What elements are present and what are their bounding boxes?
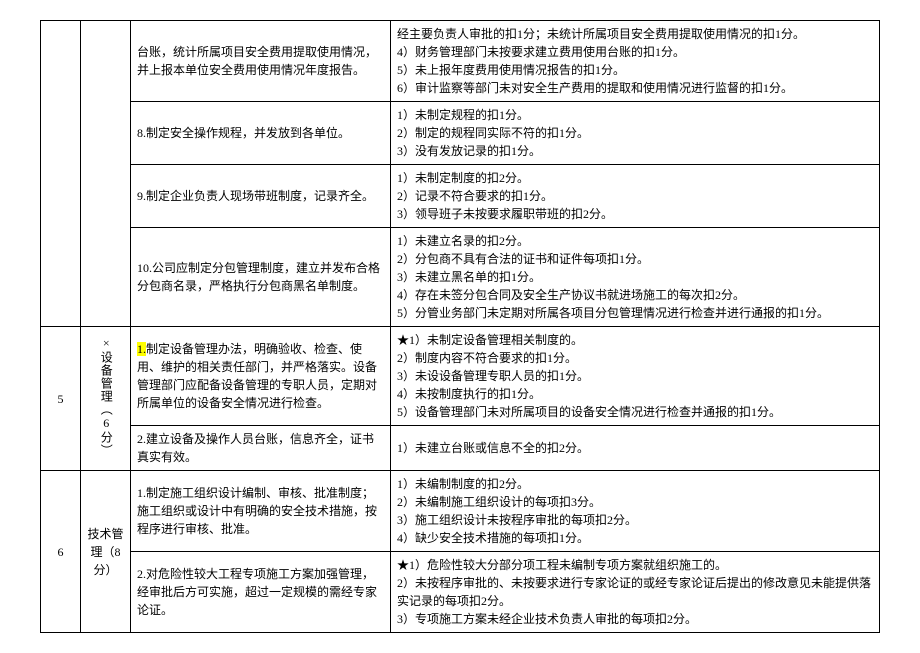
criteria-text: 台账，统计所属项目安全费用提取使用情况，并上报本单位安全费用使用情况年度报告。 <box>137 45 377 77</box>
highlight-prefix: 1. <box>137 342 146 356</box>
table-row: 2.建立设备及操作人员台账，信息齐全，证书真实有效。 1）未建立台账或信息不全的… <box>41 426 880 471</box>
scoring-text: ★1）危险性较大分部分项工程未编制专项方案就组织施工的。 2）未按程序审批的、未… <box>397 558 871 626</box>
scoring-cell: 1）未建立名录的扣2分。 2）分包商不具有合法的证书和证件每项扣1分。 3）未建… <box>391 228 880 327</box>
scoring-text: 1）未建立名录的扣2分。 2）分包商不具有合法的证书和证件每项扣1分。 3）未建… <box>397 234 829 320</box>
criteria-cell: 台账，统计所属项目安全费用提取使用情况，并上报本单位安全费用使用情况年度报告。 <box>131 21 391 102</box>
scoring-cell: 1）未编制制度的扣2分。 2）未编制施工组织设计的每项扣3分。 3）施工组织设计… <box>391 471 880 552</box>
criteria-cell: 2.对危险性较大工程专项施工方案加强管理，经审批后方可实施，超过一定规模的需经专… <box>131 552 391 633</box>
row-number-cell <box>41 21 81 327</box>
criteria-text: 2.建立设备及操作人员台账，信息齐全，证书真实有效。 <box>137 432 374 464</box>
criteria-text: 2.对危险性较大工程专项施工方案加强管理，经审批后方可实施，超过一定规模的需经专… <box>137 567 377 617</box>
category-label: 技术管理（8分） <box>87 527 123 577</box>
criteria-cell: 9.制定企业负责人现场带班制度，记录齐全。 <box>131 165 391 228</box>
criteria-cell: 10.公司应制定分包管理制度，建立并发布合格分包商名录，严格执行分包商黑名单制度… <box>131 228 391 327</box>
scoring-cell: ★1）危险性较大分部分项工程未编制专项方案就组织施工的。 2）未按程序审批的、未… <box>391 552 880 633</box>
criteria-cell: 1.制定设备管理办法，明确验收、检查、使用、维护的相关责任部门，并严格落实。设备… <box>131 327 391 426</box>
scoring-cell: 1）未制定制度的扣2分。 2）记录不符合要求的扣1分。 3）领导班子未按要求履职… <box>391 165 880 228</box>
criteria-cell: 1.制定施工组织设计编制、审核、批准制度；施工组织或设计中有明确的安全技术措施，… <box>131 471 391 552</box>
scoring-text: 1）未制定规程的扣1分。 2）制定的规程同实际不符的扣1分。 3）没有发放记录的… <box>397 108 589 158</box>
table-row: 8.制定安全操作规程，并发放到各单位。 1）未制定规程的扣1分。 2）制定的规程… <box>41 102 880 165</box>
scoring-cell: 1）未建立台账或信息不全的扣2分。 <box>391 426 880 471</box>
criteria-cell: 8.制定安全操作规程，并发放到各单位。 <box>131 102 391 165</box>
scoring-text: 经主要负责人审批的扣1分；未统计所属项目安全费用提取使用情况的扣1分。 4）财务… <box>397 27 805 95</box>
criteria-text: 1.制定施工组织设计编制、审核、批准制度；施工组织或设计中有明确的安全技术措施，… <box>137 486 377 536</box>
table-row: 台账，统计所属项目安全费用提取使用情况，并上报本单位安全费用使用情况年度报告。 … <box>41 21 880 102</box>
table-row: 9.制定企业负责人现场带班制度，记录齐全。 1）未制定制度的扣2分。 2）记录不… <box>41 165 880 228</box>
criteria-text: 制定设备管理办法，明确验收、检查、使用、维护的相关责任部门，并严格落实。设备管理… <box>137 342 377 410</box>
criteria-text: 8.制定安全操作规程，并发放到各单位。 <box>137 126 350 140</box>
table-row: 2.对危险性较大工程专项施工方案加强管理，经审批后方可实施，超过一定规模的需经专… <box>41 552 880 633</box>
row-number-cell: 5 <box>41 327 81 471</box>
row-number: 5 <box>58 392 64 406</box>
category-label: ×设备管理（6分） <box>98 336 114 457</box>
assessment-table: 台账，统计所属项目安全费用提取使用情况，并上报本单位安全费用使用情况年度报告。 … <box>40 20 880 633</box>
table-row: 10.公司应制定分包管理制度，建立并发布合格分包商名录，严格执行分包商黑名单制度… <box>41 228 880 327</box>
category-cell <box>81 21 131 327</box>
criteria-cell: 2.建立设备及操作人员台账，信息齐全，证书真实有效。 <box>131 426 391 471</box>
category-cell: ×设备管理（6分） <box>81 327 131 471</box>
criteria-text: 10.公司应制定分包管理制度，建立并发布合格分包商名录，严格执行分包商黑名单制度… <box>137 261 380 293</box>
scoring-text: 1）未编制制度的扣2分。 2）未编制施工组织设计的每项扣3分。 3）施工组织设计… <box>397 477 637 545</box>
criteria-text: 9.制定企业负责人现场带班制度，记录齐全。 <box>137 189 374 203</box>
scoring-text: 1）未制定制度的扣2分。 2）记录不符合要求的扣1分。 3）领导班子未按要求履职… <box>397 171 613 221</box>
row-number: 6 <box>58 545 64 559</box>
category-cell: 技术管理（8分） <box>81 471 131 633</box>
scoring-text: ★1）未制定设备管理相关制度的。 2）制度内容不符合要求的扣1分。 3）未设设备… <box>397 333 781 419</box>
scoring-cell: 1）未制定规程的扣1分。 2）制定的规程同实际不符的扣1分。 3）没有发放记录的… <box>391 102 880 165</box>
scoring-cell: ★1）未制定设备管理相关制度的。 2）制度内容不符合要求的扣1分。 3）未设设备… <box>391 327 880 426</box>
row-number-cell: 6 <box>41 471 81 633</box>
scoring-cell: 经主要负责人审批的扣1分；未统计所属项目安全费用提取使用情况的扣1分。 4）财务… <box>391 21 880 102</box>
table-row: 5 ×设备管理（6分） 1.制定设备管理办法，明确验收、检查、使用、维护的相关责… <box>41 327 880 426</box>
table-row: 6 技术管理（8分） 1.制定施工组织设计编制、审核、批准制度；施工组织或设计中… <box>41 471 880 552</box>
scoring-text: 1）未建立台账或信息不全的扣2分。 <box>397 441 589 455</box>
